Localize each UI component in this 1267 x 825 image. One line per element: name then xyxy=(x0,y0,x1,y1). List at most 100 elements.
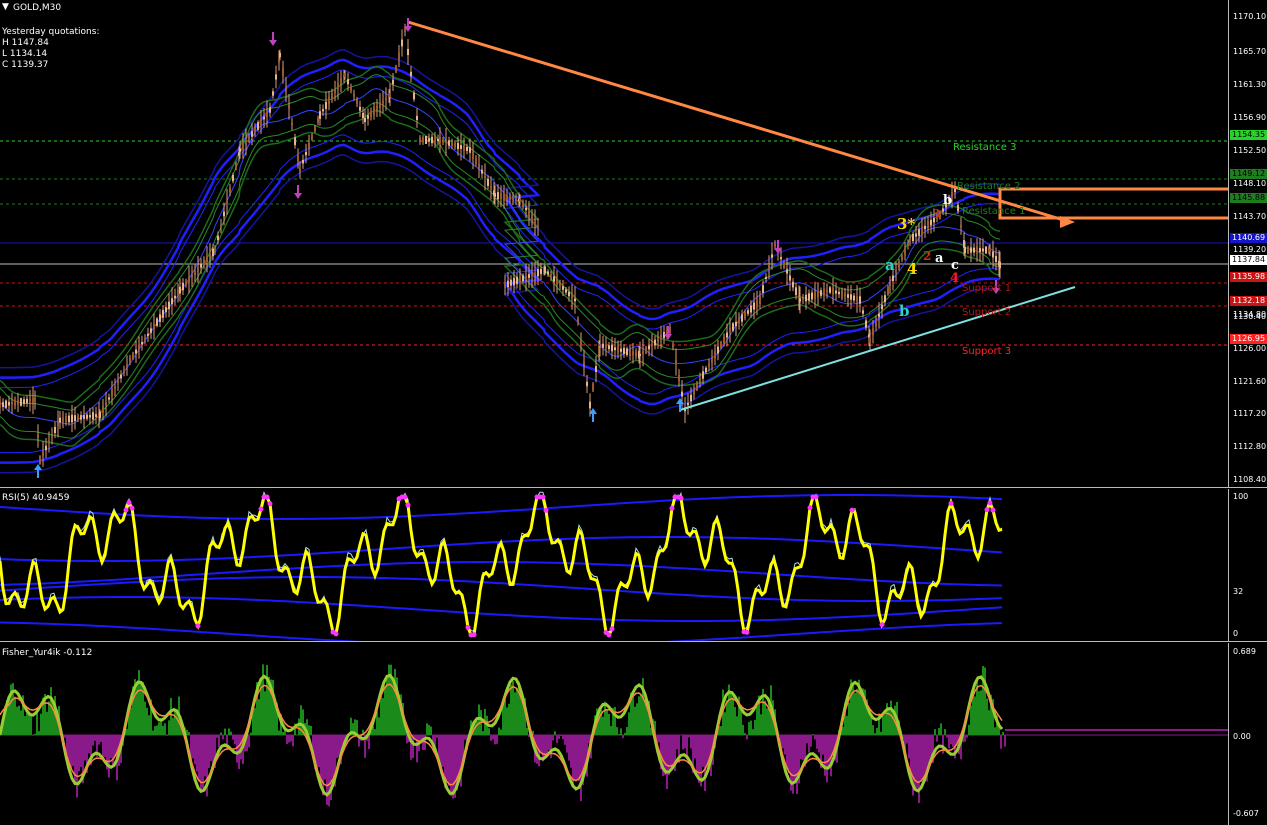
fisher-bar-positive xyxy=(38,731,40,735)
menu-triangle-icon[interactable]: ▼ xyxy=(2,2,9,12)
candle-body xyxy=(266,111,268,117)
candle-body xyxy=(45,445,47,451)
fisher-bar-negative xyxy=(746,735,748,740)
fisher-bar-positive xyxy=(156,725,158,735)
candle-body xyxy=(817,290,819,298)
price-axis[interactable]: 1170.10 1165.70 1161.30 1156.90 1152.50 1148.… xyxy=(1228,0,1267,487)
candle-body xyxy=(835,290,837,294)
rsi-pane[interactable]: RSI(5) 40.9459 xyxy=(0,489,1228,641)
candle-body xyxy=(506,195,508,200)
fisher-bar-negative xyxy=(914,735,916,791)
candle-body xyxy=(525,275,527,279)
fisher-axis[interactable]: 0.689 0.00 -0.607 xyxy=(1228,643,1267,825)
fisher-bar-negative xyxy=(706,735,708,765)
candle-body xyxy=(431,136,433,144)
fisher-bar-negative xyxy=(676,735,678,750)
fisher-bar-negative xyxy=(98,735,100,745)
candle-body xyxy=(48,440,50,444)
candle-body xyxy=(768,264,770,270)
candle-body xyxy=(921,226,923,234)
fisher-bar-positive xyxy=(188,732,190,735)
candle-body xyxy=(892,275,894,282)
fisher-bar-positive xyxy=(228,728,230,735)
price-tick: 1108.40 xyxy=(1233,475,1267,484)
candle-body xyxy=(675,359,677,365)
candle-body xyxy=(989,248,991,252)
price-tick: 1143.70 xyxy=(1233,212,1267,221)
candle-body xyxy=(820,290,822,296)
fisher-tick-zero: 0.00 xyxy=(1233,732,1251,741)
candle-body xyxy=(347,79,349,85)
fisher-bar-negative xyxy=(576,735,578,780)
rsi-extreme-dot xyxy=(990,507,996,513)
candle-body xyxy=(571,295,573,299)
candle-body xyxy=(559,283,561,287)
fisher-bar-positive xyxy=(374,729,376,735)
candle-body xyxy=(77,415,79,420)
candle-body xyxy=(425,136,427,144)
price-tick: 1112.80 xyxy=(1233,442,1267,451)
candle-body xyxy=(141,341,143,345)
candle-body xyxy=(419,137,421,143)
pane-separator-2[interactable] xyxy=(0,641,1267,642)
candle-body xyxy=(294,137,296,146)
fisher-bar-positive xyxy=(732,696,734,735)
candle-body xyxy=(168,301,170,310)
candle-body xyxy=(59,417,61,423)
candle-body xyxy=(14,399,16,406)
candle-body xyxy=(389,93,391,97)
candle-body xyxy=(279,52,281,58)
candle-body xyxy=(805,294,807,302)
price-chart-pane[interactable]: ▼ GOLD,M30 Yesterday quotations: H 1147.… xyxy=(0,0,1228,487)
fisher-bar-negative xyxy=(288,735,290,743)
fisher-bar-negative xyxy=(696,735,698,774)
fisher-bar-positive xyxy=(616,727,618,735)
rsi-axis[interactable]: 100 32 0 xyxy=(1228,489,1267,641)
candle-body xyxy=(717,346,719,354)
candle-body xyxy=(720,342,722,348)
fisher-bar-positive xyxy=(514,692,516,735)
candle-body xyxy=(589,401,591,409)
candle-body xyxy=(194,270,196,275)
fisher-bar-negative xyxy=(826,735,828,783)
candle-body xyxy=(398,52,400,60)
candle-body xyxy=(92,412,94,420)
fisher-bar-positive xyxy=(756,706,758,735)
fisher-bar-negative xyxy=(452,735,454,799)
candle-body xyxy=(973,247,975,253)
candle-body xyxy=(500,193,502,199)
fisher-bar-positive xyxy=(152,730,154,735)
fisher-bar-positive xyxy=(310,725,312,735)
fisher-pane[interactable]: Fisher_Yur4ik -0.112 xyxy=(0,643,1228,825)
fisher-bar-positive xyxy=(882,716,884,735)
candle-body xyxy=(687,402,689,406)
pane-separator-1[interactable] xyxy=(0,487,1267,488)
candle-body xyxy=(328,96,330,105)
fisher-bar-negative xyxy=(802,735,804,761)
fisher-bar-negative xyxy=(908,735,910,759)
fisher-bar-negative xyxy=(166,735,168,736)
fisher-bar-negative xyxy=(1004,735,1006,747)
fisher-bar-negative xyxy=(104,735,106,758)
price-chart-canvas xyxy=(0,18,1228,478)
fisher-bar-positive xyxy=(744,733,746,735)
fisher-bar-positive xyxy=(980,690,982,735)
candle-body xyxy=(71,414,73,423)
candle-body xyxy=(970,247,972,253)
wave-label-4-red: 4 xyxy=(950,271,960,286)
fisher-bar-negative xyxy=(952,735,954,747)
candle-body xyxy=(302,160,304,164)
candle-body xyxy=(881,304,883,310)
fisher-bar-negative xyxy=(78,735,80,772)
candle-body xyxy=(487,178,489,186)
candle-body xyxy=(507,280,509,288)
candle-body xyxy=(344,73,346,77)
fisher-bar-positive xyxy=(254,708,256,735)
fisher-bar-negative xyxy=(324,735,326,780)
price-level-tag: 1145.88 xyxy=(1230,193,1267,203)
fisher-bar-negative xyxy=(248,735,250,748)
candle-body xyxy=(702,371,704,379)
candle-body xyxy=(690,394,692,402)
fisher-bar-positive xyxy=(258,699,260,735)
fisher-bar-positive xyxy=(766,708,768,735)
